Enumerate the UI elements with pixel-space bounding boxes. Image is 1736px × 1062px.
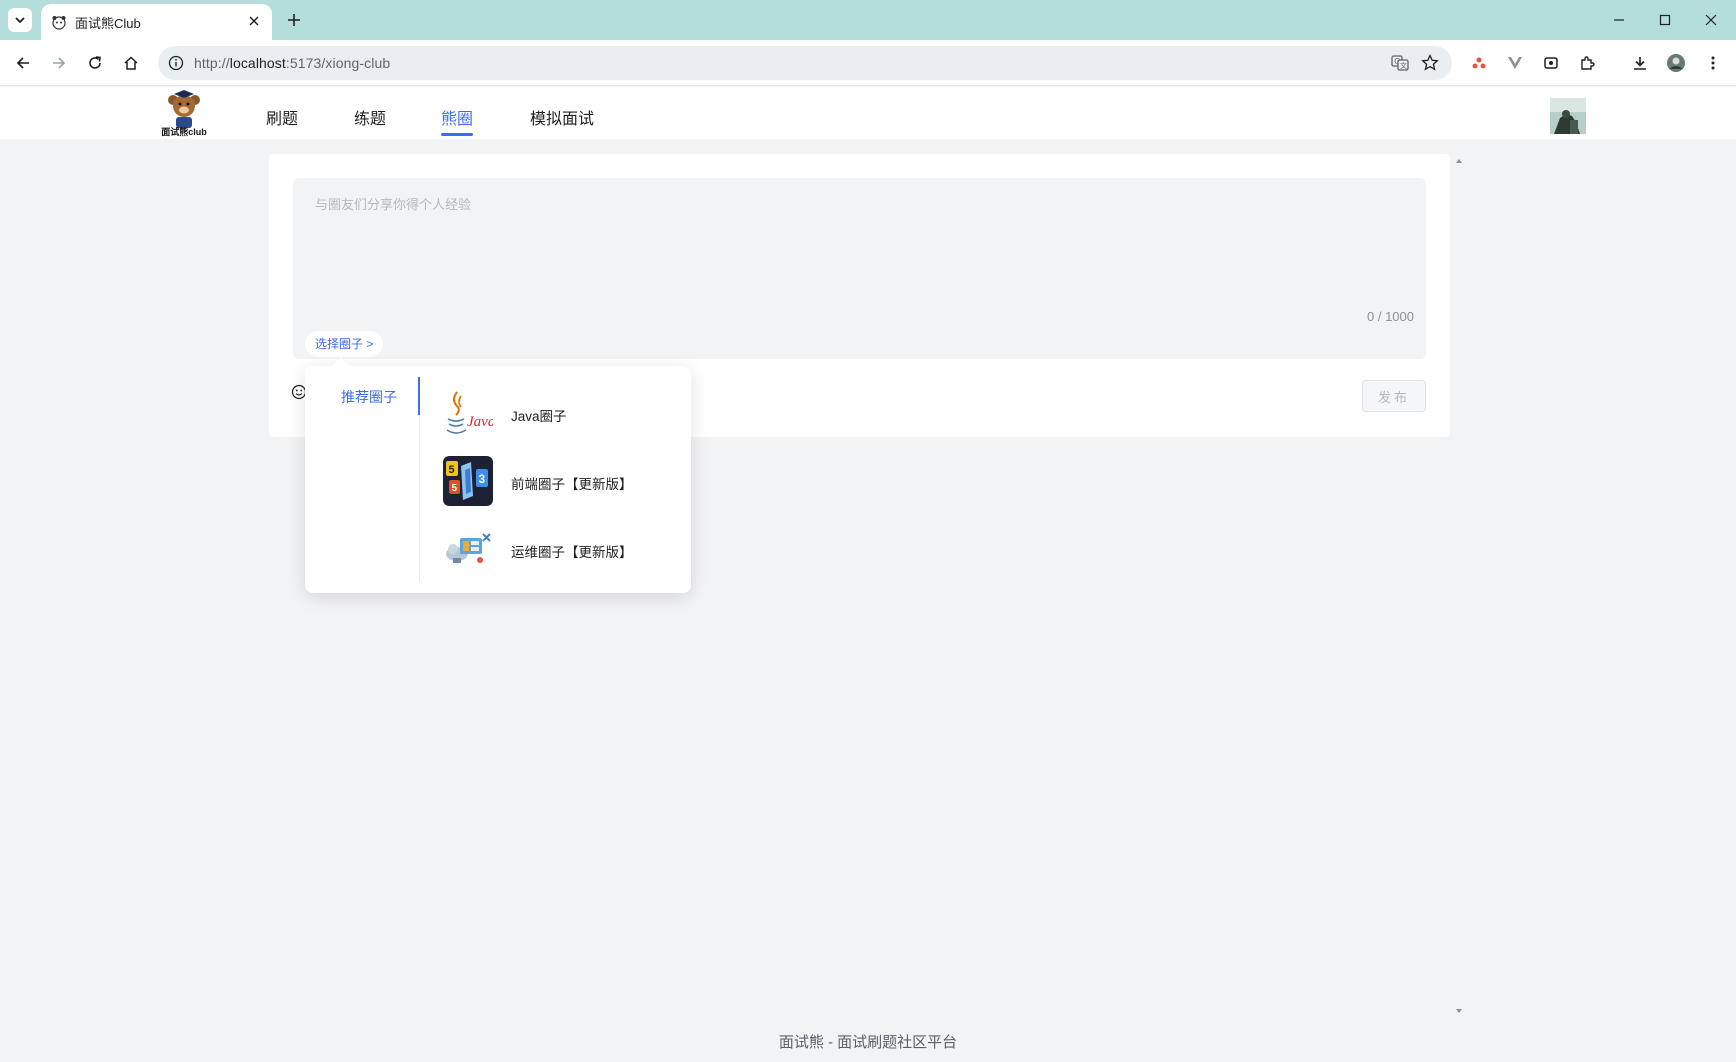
url-scheme: http:// xyxy=(194,55,230,71)
maximize-button[interactable] xyxy=(1642,0,1688,40)
app-header: 面试熊club 刷题 练题 熊圈 模拟面试 xyxy=(0,87,1736,139)
translate-icon[interactable]: G 文 xyxy=(1390,53,1410,73)
back-button[interactable] xyxy=(9,49,37,77)
circle-item-java[interactable]: Java Java圈子 xyxy=(443,388,673,438)
tab-title: 面试熊Club xyxy=(75,16,141,31)
arrow-left-icon xyxy=(16,57,29,69)
char-counter: 0 / 1000 xyxy=(1367,309,1414,324)
new-tab-button[interactable] xyxy=(282,8,306,32)
bear-favicon-icon xyxy=(52,16,66,30)
svg-text:Java: Java xyxy=(467,414,493,430)
active-tab[interactable]: 面试熊Club xyxy=(41,4,272,40)
close-icon xyxy=(1705,14,1717,26)
circle-name: 前端圈子【更新版】 xyxy=(511,477,633,492)
reload-icon xyxy=(89,56,101,69)
chevron-down-icon xyxy=(15,17,25,24)
browser-toolbar: http://localhost:5173/xiong-club G 文 xyxy=(0,40,1736,86)
url-text[interactable]: http://localhost:5173/xiong-club xyxy=(194,55,390,71)
logo-text: 面试熊club xyxy=(161,127,207,137)
html-css-js-icon: 5 5 3 xyxy=(443,456,493,506)
site-logo[interactable]: 面试熊club xyxy=(156,89,212,137)
java-logo-icon: Java xyxy=(443,388,493,438)
bear-mascot-icon xyxy=(168,90,200,128)
svg-text:5: 5 xyxy=(452,483,458,494)
circle-item-frontend[interactable]: 5 5 3 前端圈子【更新版】 xyxy=(443,456,673,506)
active-category-indicator xyxy=(418,377,420,415)
circle-item-ops[interactable]: 运维圈子【更新版】 xyxy=(443,524,673,574)
nav-mock-interview[interactable]: 模拟面试 xyxy=(530,105,594,129)
extension-red-icon[interactable] xyxy=(1466,50,1492,76)
url-path: :5173/xiong-club xyxy=(285,55,391,71)
download-icon[interactable] xyxy=(1627,50,1653,76)
tab-search-button[interactable] xyxy=(8,8,32,32)
minimize-icon xyxy=(1614,19,1624,21)
svg-text:文: 文 xyxy=(1400,61,1407,70)
circle-name: 运维圈子【更新版】 xyxy=(511,545,633,560)
close-icon xyxy=(249,16,259,26)
window-close-button[interactable] xyxy=(1688,0,1734,40)
profile-avatar-icon[interactable] xyxy=(1663,50,1689,76)
extension-vue-icon[interactable] xyxy=(1502,50,1528,76)
nav-brush-questions[interactable]: 刷题 xyxy=(266,105,298,129)
minimize-button[interactable] xyxy=(1596,0,1642,40)
active-nav-indicator xyxy=(441,133,473,136)
site-info-icon[interactable] xyxy=(166,53,186,73)
plus-icon xyxy=(288,14,300,26)
svg-text:5: 5 xyxy=(449,464,455,476)
publish-button[interactable]: 发布 xyxy=(1362,380,1426,412)
url-host: localhost xyxy=(229,55,286,71)
nav-practice[interactable]: 练题 xyxy=(354,105,386,129)
home-button[interactable] xyxy=(117,49,145,77)
svg-text:3: 3 xyxy=(479,472,486,486)
footer-text: 面试熊 - 面试刷题社区平台 xyxy=(778,1034,958,1051)
tab-close-button[interactable] xyxy=(244,11,264,31)
extensions-puzzle-icon[interactable] xyxy=(1574,50,1600,76)
address-bar[interactable]: http://localhost:5173/xiong-club G 文 xyxy=(158,46,1452,80)
browser-menu-icon[interactable] xyxy=(1700,50,1726,76)
user-avatar[interactable] xyxy=(1550,98,1586,134)
home-icon xyxy=(124,56,138,70)
browser-tab-bar: 面试熊Club xyxy=(0,0,1736,40)
composer-area: 0 / 1000 选择圈子 > xyxy=(293,178,1426,359)
extension-cart-icon[interactable] xyxy=(1538,50,1564,76)
circle-name: Java圈子 xyxy=(511,409,567,424)
scroll-up-arrow-icon[interactable] xyxy=(1454,156,1464,166)
select-circle-button[interactable]: 选择圈子 > xyxy=(305,331,384,357)
ops-cloud-icon xyxy=(443,524,493,574)
circle-select-popover: 推荐圈子 Java Java圈子 5 5 3 前端圈子【更新版】 运维圈子【更新… xyxy=(305,357,691,593)
category-recommended-tab[interactable]: 推荐圈子 xyxy=(341,387,397,407)
arrow-right-icon xyxy=(53,57,66,69)
reload-button[interactable] xyxy=(81,49,109,77)
maximize-icon xyxy=(1659,14,1671,26)
nav-bear-circle[interactable]: 熊圈 xyxy=(441,105,473,129)
star-icon[interactable] xyxy=(1420,53,1440,73)
forward-button[interactable] xyxy=(45,49,73,77)
scroll-down-arrow-icon[interactable] xyxy=(1454,1006,1464,1016)
post-content-input[interactable] xyxy=(293,178,1426,318)
